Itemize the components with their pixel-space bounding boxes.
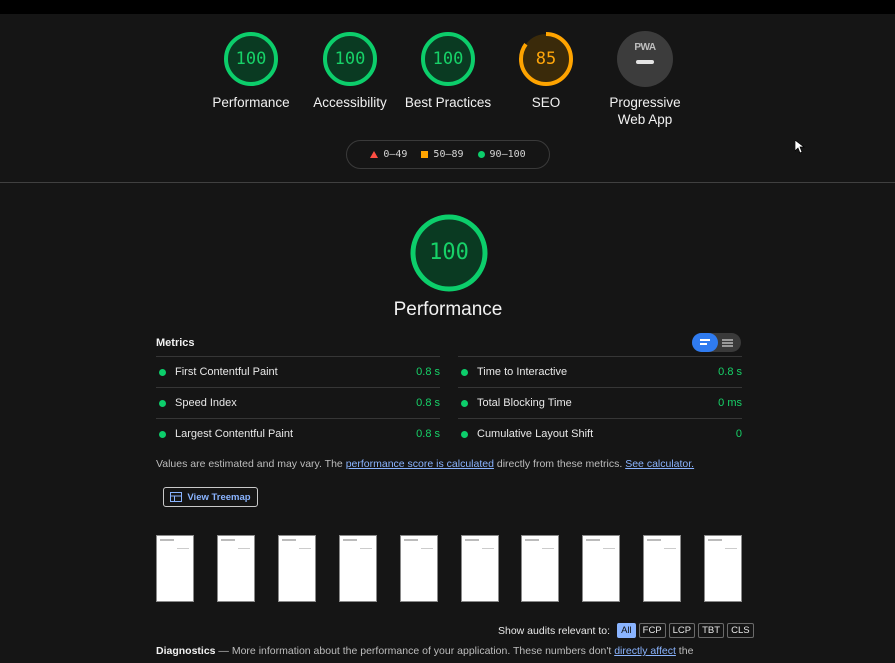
mouse-cursor-icon: [795, 140, 805, 154]
metrics-note: Values are estimated and may vary. The p…: [156, 458, 694, 470]
pass-circle-icon: [159, 399, 166, 407]
audit-filter: Show audits relevant to: All FCP LCP TBT…: [498, 623, 754, 638]
metrics-right-column: Time to Interactive 0.8 s Total Blocking …: [458, 356, 742, 449]
legend-average-range: 50–89: [433, 149, 464, 160]
pass-circle-icon: [159, 430, 166, 438]
metric-name: Largest Contentful Paint: [175, 428, 294, 440]
filter-chip-all[interactable]: All: [617, 623, 636, 638]
pass-circle-icon: [477, 151, 485, 158]
pwa-badge-icon: PWA: [617, 31, 673, 87]
filmstrip-frame: [400, 535, 438, 602]
filmstrip-frame: [278, 535, 316, 602]
filter-chip-lcp[interactable]: LCP: [668, 623, 696, 638]
pwa-label-line2: Web App: [617, 112, 673, 127]
metric-row[interactable]: Time to Interactive 0.8 s: [458, 356, 742, 387]
average-square-icon: [421, 151, 429, 158]
pwa-badge-text: PWA: [634, 42, 656, 53]
see-calculator-link[interactable]: See calculator.: [625, 458, 694, 470]
top-bar: [0, 0, 895, 14]
metric-name: First Contentful Paint: [175, 366, 278, 378]
filmstrip: [156, 535, 742, 602]
pass-circle-icon: [461, 430, 468, 438]
performance-score: 100: [429, 240, 469, 265]
note-prefix: Values are estimated and may vary. The: [156, 458, 346, 470]
metric-row[interactable]: Largest Contentful Paint 0.8 s: [156, 418, 440, 449]
section-divider: [0, 182, 895, 183]
legend-pass-range: 90–100: [489, 149, 526, 160]
metrics-view-toggle[interactable]: [692, 333, 741, 352]
diagnostics-text: — More information about the performance…: [215, 645, 615, 657]
filter-chip-tbt[interactable]: TBT: [698, 623, 725, 638]
metric-name: Time to Interactive: [477, 366, 568, 378]
metric-value: 0.8 s: [416, 397, 440, 409]
filmstrip-frame: [461, 535, 499, 602]
score-legend: 0–49 50–89 90–100: [346, 140, 550, 169]
gauge-best-practices[interactable]: 100 Best Practices: [403, 31, 493, 111]
gauge-label: Progressive Web App: [600, 94, 690, 128]
metric-value: 0.8 s: [718, 366, 742, 378]
gauge-performance[interactable]: 100 Performance: [206, 31, 296, 111]
metric-row[interactable]: Cumulative Layout Shift 0: [458, 418, 742, 449]
filmstrip-frame: [582, 535, 620, 602]
filmstrip-frame: [643, 535, 681, 602]
pass-circle-icon: [461, 399, 468, 407]
gauge-ring: 85: [518, 31, 574, 87]
compact-view-icon[interactable]: [692, 333, 718, 352]
gauge-label: Performance: [212, 95, 290, 110]
diagnostics-header: Diagnostics — More information about the…: [156, 645, 693, 657]
metric-value: 0 ms: [718, 397, 742, 409]
filter-label: Show audits relevant to:: [498, 624, 611, 637]
gauge-score: 100: [235, 49, 267, 69]
view-treemap-label: View Treemap: [187, 491, 251, 503]
gauge-score: 100: [432, 49, 464, 69]
pwa-label-line1: Progressive: [609, 95, 681, 110]
metric-name: Speed Index: [175, 397, 237, 409]
performance-title: Performance: [393, 299, 503, 320]
gauge-ring: 100: [322, 31, 378, 87]
gauge-pwa[interactable]: PWA Progressive Web App: [600, 31, 690, 128]
score-calculated-link[interactable]: performance score is calculated: [346, 458, 494, 470]
gauge-ring: 100: [223, 31, 279, 87]
filmstrip-frame: [217, 535, 255, 602]
filter-chip-fcp[interactable]: FCP: [638, 623, 666, 638]
gauge-score: 100: [334, 49, 366, 69]
treemap-icon: [170, 492, 183, 502]
view-treemap-button[interactable]: View Treemap: [163, 487, 258, 507]
metric-value: 0.8 s: [416, 366, 440, 378]
pass-circle-icon: [461, 368, 468, 376]
note-middle: directly from these metrics.: [493, 458, 626, 470]
gauge-label: SEO: [531, 95, 561, 110]
gauge-ring: 100: [420, 31, 476, 87]
gauge-label: Best Practices: [404, 95, 492, 110]
pass-circle-icon: [159, 368, 166, 376]
legend-fail-range: 0–49: [383, 149, 408, 160]
metrics-left-column: First Contentful Paint 0.8 s Speed Index 0…: [156, 356, 440, 449]
diagnostics-suffix: the: [675, 645, 694, 657]
metric-row[interactable]: Speed Index 0.8 s: [156, 387, 440, 418]
gauge-score: 85: [535, 49, 557, 69]
diagnostics-title: Diagnostics: [156, 645, 216, 657]
metric-row[interactable]: First Contentful Paint 0.8 s: [156, 356, 440, 387]
metric-value: 0.8 s: [416, 428, 440, 440]
filmstrip-frame: [704, 535, 742, 602]
gauge-label: Accessibility: [313, 95, 387, 110]
metric-row[interactable]: Total Blocking Time 0 ms: [458, 387, 742, 418]
metrics-heading: Metrics: [156, 337, 195, 349]
metric-name: Cumulative Layout Shift: [477, 428, 594, 440]
filmstrip-frame: [156, 535, 194, 602]
metric-name: Total Blocking Time: [477, 397, 572, 409]
directly-affect-link[interactable]: directly affect: [614, 645, 676, 657]
filmstrip-frame: [521, 535, 559, 602]
fail-triangle-icon: [370, 151, 379, 158]
performance-gauge: 100: [409, 213, 489, 293]
filter-chip-cls[interactable]: CLS: [727, 623, 754, 638]
gauge-seo[interactable]: 85 SEO: [501, 31, 591, 111]
gauge-accessibility[interactable]: 100 Accessibility: [305, 31, 395, 111]
filmstrip-frame: [339, 535, 377, 602]
metric-value: 0: [735, 428, 742, 440]
